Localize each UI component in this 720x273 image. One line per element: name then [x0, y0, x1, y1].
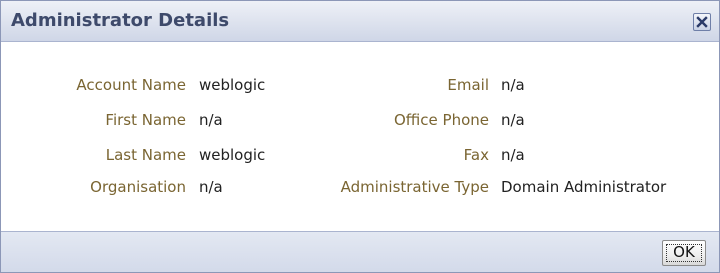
fax-value: n/a	[501, 146, 525, 164]
organisation-label: Organisation	[90, 178, 186, 196]
dialog-footer: OK	[1, 231, 719, 272]
administrator-details-dialog: Administrator Details Account Name weblo…	[0, 0, 720, 273]
administrative-type-label: Administrative Type	[340, 178, 489, 196]
last-name-label: Last Name	[105, 146, 186, 164]
dialog-title: Administrator Details	[11, 10, 230, 31]
office-phone-label: Office Phone	[393, 111, 489, 129]
email-label: Email	[447, 76, 489, 94]
office-phone-value: n/a	[501, 111, 525, 129]
focus-ring	[666, 244, 702, 262]
organisation-value: n/a	[199, 178, 223, 196]
close-button[interactable]	[693, 13, 711, 31]
close-x-icon	[696, 16, 708, 28]
fax-label: Fax	[463, 146, 489, 164]
account-name-label: Account Name	[76, 76, 186, 94]
first-name-value: n/a	[199, 111, 223, 129]
first-name-label: First Name	[105, 111, 186, 129]
details-panel: Account Name weblogic First Name n/a Las…	[1, 43, 719, 231]
account-name-value: weblogic	[199, 76, 266, 94]
email-value: n/a	[501, 76, 525, 94]
ok-button[interactable]: OK	[662, 240, 706, 266]
last-name-value: weblogic	[199, 146, 266, 164]
administrative-type-value: Domain Administrator	[501, 178, 667, 196]
dialog-title-bar: Administrator Details	[1, 1, 719, 42]
